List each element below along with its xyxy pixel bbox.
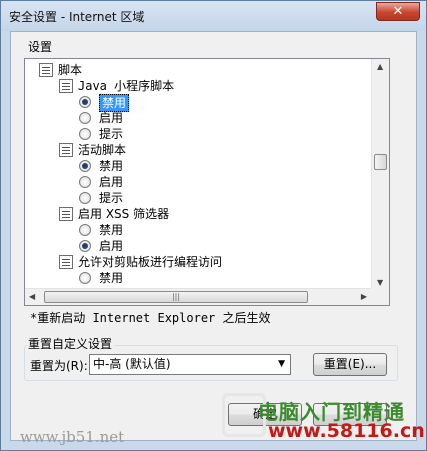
settings-page-icon (59, 79, 73, 93)
settings-page-icon (39, 63, 53, 77)
settings-page-icon (59, 143, 73, 157)
scroll-left-arrow-icon[interactable]: ◀ (29, 292, 35, 301)
security-level-select[interactable]: 中-高 (默认值) ▼ (89, 354, 291, 375)
chevron-down-icon: ▼ (278, 359, 285, 369)
radio-button[interactable] (79, 192, 91, 204)
radio-option-enable[interactable]: 启用 (79, 110, 123, 126)
radio-button[interactable] (79, 112, 91, 124)
tree-category-clipboard-access[interactable]: 允许对剪贴板进行编程访问 (59, 254, 222, 270)
radio-option-prompt[interactable]: 提示 (79, 126, 123, 142)
radio-button[interactable] (79, 224, 91, 236)
radio-button[interactable] (79, 272, 91, 284)
scroll-right-arrow-icon[interactable]: ▶ (361, 292, 367, 301)
horizontal-scrollbar[interactable]: ◀ ||| ▶ (25, 288, 371, 305)
tree-category-scripting[interactable]: 脚本 (39, 62, 82, 78)
scroll-up-arrow-icon[interactable]: ▲ (377, 62, 383, 71)
watermark-left: www.jb51.net (20, 428, 125, 446)
window-title: 安全设置 - Internet 区域 (9, 10, 145, 24)
settings-page-icon (59, 207, 73, 221)
radio-button[interactable] (79, 176, 91, 188)
settings-tree-list: 脚本 Java 小程序脚本 禁用 启用 提示 活动脚本 禁用 启用 提示 启用 … (25, 59, 371, 289)
watermark-right-bottom: www.58116.cn (268, 420, 425, 442)
radio-option-disable[interactable]: 禁用 (79, 94, 130, 112)
radio-button[interactable] (79, 128, 91, 140)
radio-button-checked[interactable] (79, 240, 91, 252)
scrollbar-corner (371, 288, 389, 305)
radio-option-enable[interactable]: 启用 (79, 174, 123, 190)
reset-to-label: 重置为(R): (30, 359, 88, 373)
tree-category-java-applet[interactable]: Java 小程序脚本 (59, 78, 174, 94)
vertical-scrollbar[interactable]: ▲ ▼ (371, 59, 389, 289)
radio-option-enable[interactable]: 启用 (79, 238, 123, 254)
close-button[interactable]: ✕ (376, 2, 420, 21)
radio-button-checked[interactable] (79, 160, 91, 172)
selected-level-text: 中-高 (默认值) (93, 357, 171, 371)
tree-category-active-scripting[interactable]: 活动脚本 (59, 142, 126, 158)
radio-button-checked[interactable] (79, 96, 91, 108)
title-bar: 安全设置 - Internet 区域 ✕ (1, 1, 426, 31)
restart-note: *重新启动 Internet Explorer 之后生效 (30, 311, 271, 325)
radio-option-prompt[interactable]: 提示 (79, 190, 123, 206)
radio-option-disable[interactable]: 禁用 (79, 158, 123, 174)
horizontal-scroll-thumb[interactable]: ||| (44, 291, 308, 303)
reset-group-title: 重置自定义设置 (28, 335, 115, 352)
radio-option-disable[interactable]: 禁用 (79, 222, 123, 238)
settings-label: 设置 (28, 40, 53, 54)
scroll-down-arrow-icon[interactable]: ▼ (377, 278, 383, 287)
settings-tree: 脚本 Java 小程序脚本 禁用 启用 提示 活动脚本 禁用 启用 提示 启用 … (24, 58, 390, 306)
radio-option-disable[interactable]: 禁用 (79, 270, 123, 286)
tree-category-xss-filter[interactable]: 启用 XSS 筛选器 (59, 206, 169, 222)
settings-page-icon (59, 255, 73, 269)
vertical-scroll-thumb[interactable] (374, 154, 387, 170)
reset-button[interactable]: 重置(E)... (313, 353, 387, 376)
